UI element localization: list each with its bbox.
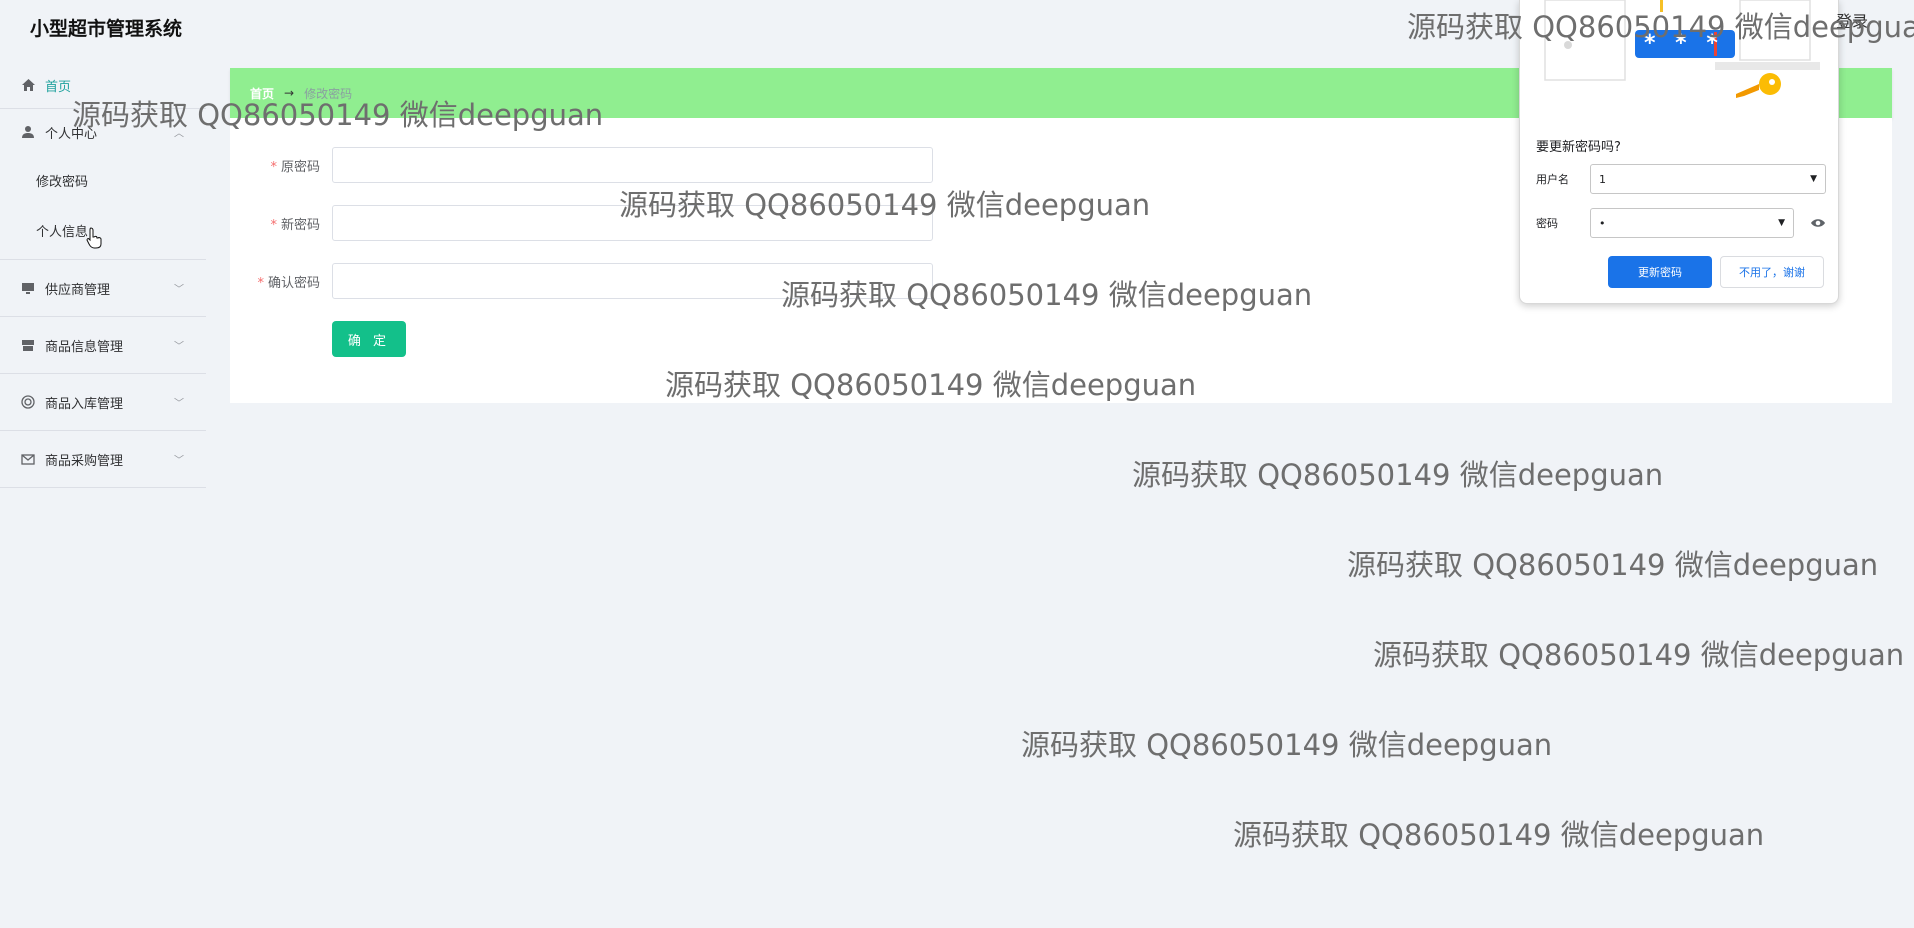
old-password-input[interactable] [332,147,933,183]
sidebar-group-label: 商品信息管理 [45,339,124,355]
required-mark: * [257,275,264,291]
update-password-button[interactable]: 更新密码 [1608,256,1712,288]
monitor-icon [20,280,36,296]
user-icon [20,124,36,140]
sidebar-group-stock-in[interactable]: 商品入库管理 ﹀ [0,374,206,430]
sidebar-group-purchase[interactable]: 商品采购管理 ﹀ [0,431,206,487]
watermark-text: 源码获取 QQ86050149 微信deepguan [1373,638,1905,672]
required-mark: * [270,217,277,233]
username-select[interactable]: 1 ▼ [1590,164,1826,194]
chevron-down-icon: ﹀ [174,455,184,467]
mail-icon [20,451,36,467]
confirm-password-label: * 确认密码 [230,272,332,291]
field-label-text: 原密码 [280,159,320,175]
new-password-label: * 新密码 [230,214,332,233]
decline-button[interactable]: 不用了，谢谢 [1720,256,1824,288]
popup-password-row: 密码 • ▼ [1536,208,1826,238]
watermark-text: 源码获取 QQ86050149 微信deepguan [1347,548,1879,582]
app-title: 小型超市管理系统 [30,18,183,40]
username-value: 1 [1599,172,1606,186]
update-password-popup: * * * 要更新密码吗? 用户名 1 ▼ 密码 • ▼ 更新密码 不用了，谢谢 [1519,0,1839,304]
sidebar-group-label: 商品采购管理 [45,453,124,469]
watermark-text: 源码获取 QQ86050149 微信deepguan [1021,728,1553,762]
field-label-text: 新密码 [280,217,320,233]
password-illustration: * * * [1540,0,1825,110]
watermark-text: 源码获取 QQ86050149 微信deepguan [1233,818,1765,852]
watermark-text: 源码获取 QQ86050149 微信deepguan [1132,458,1664,492]
submit-button[interactable]: 确 定 [332,321,406,357]
chevron-down-icon: ﹀ [174,284,184,296]
chevron-down-icon: ﹀ [174,341,184,353]
sidebar-group-goods-info[interactable]: 商品信息管理 ﹀ [0,317,206,373]
login-link[interactable]: 登录 [1836,14,1868,30]
field-label-text: 确认密码 [267,275,320,291]
hand-cursor-icon [86,227,102,249]
eye-icon[interactable] [1810,217,1826,229]
chevron-up-icon: ︿ [174,128,184,140]
sidebar-item-home[interactable]: 首页 [0,62,206,108]
sidebar-item-change-password[interactable]: 修改密码 [0,155,206,205]
breadcrumb-current: 修改密码 [304,86,353,101]
illustration-stars: * * * [1644,31,1724,56]
sidebar: 首页 个人中心 ︿ 修改密码 个人信息 供应商管理 ﹀ 商品信息管理 ﹀ 商品入… [0,62,206,488]
shop-icon [20,337,36,353]
caret-down-icon: ▼ [1778,218,1785,228]
popup-username-row: 用户名 1 ▼ [1536,164,1826,194]
new-password-input[interactable] [332,205,933,241]
chevron-down-icon: ﹀ [174,398,184,410]
sidebar-item-personal-info[interactable]: 个人信息 [0,205,206,255]
sidebar-group-label: 商品入库管理 [45,396,124,412]
popup-title: 要更新密码吗? [1536,140,1621,155]
target-icon [20,394,36,410]
sidebar-group-label: 供应商管理 [45,282,111,298]
password-value: • [1599,216,1606,230]
password-label: 密码 [1536,217,1558,230]
sidebar-item-label: 首页 [45,79,72,95]
breadcrumb-home[interactable]: 首页 [250,85,274,102]
old-password-label: * 原密码 [230,156,332,175]
caret-down-icon: ▼ [1810,174,1817,184]
sidebar-group-label: 个人中心 [45,126,98,142]
required-mark: * [270,159,277,175]
password-select[interactable]: • ▼ [1590,208,1794,238]
sidebar-group-supplier[interactable]: 供应商管理 ﹀ [0,260,206,316]
breadcrumb-separator: → [284,86,295,100]
confirm-password-input[interactable] [332,263,933,299]
home-icon [20,77,36,93]
username-label: 用户名 [1536,173,1569,186]
sidebar-group-personal[interactable]: 个人中心 ︿ [0,109,206,155]
